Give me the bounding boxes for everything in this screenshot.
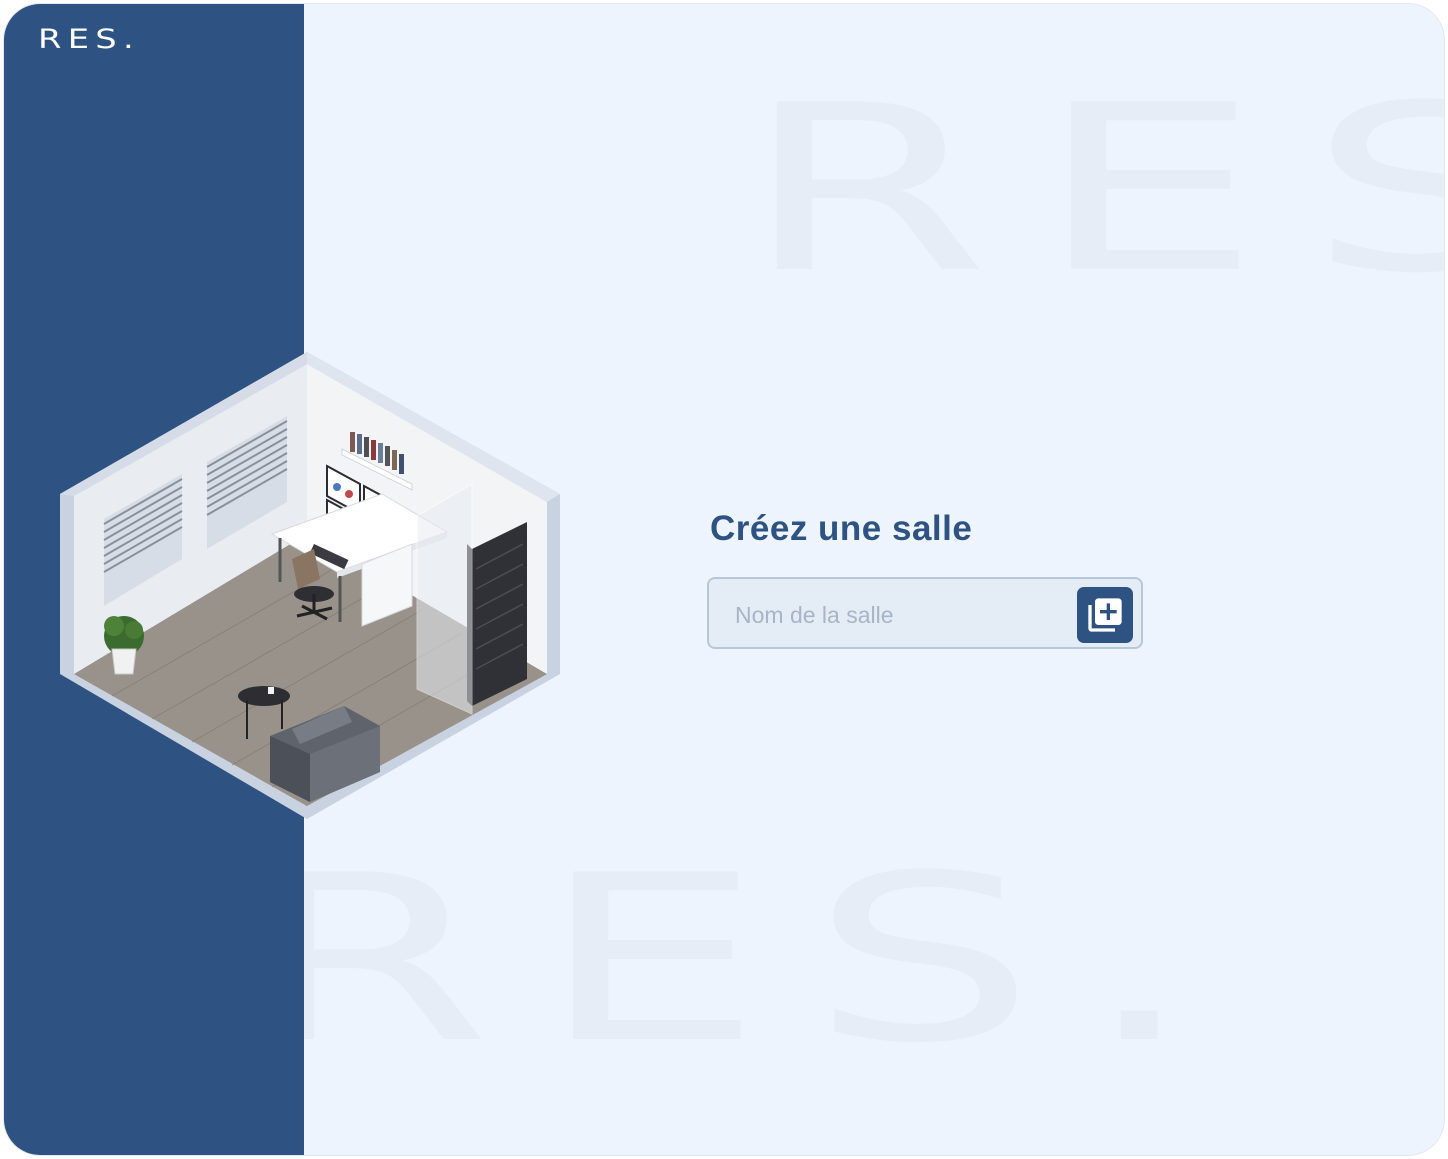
brand-logo[interactable]: RES. [38,24,140,55]
watermark-bottom: RES. [244,827,1243,1094]
app-window: RES RES. RES. [4,4,1444,1155]
add-room-button[interactable] [1077,587,1133,643]
page-title: Créez une salle [710,509,973,548]
office-room-illustration [60,352,560,819]
watermark-top: RES [742,57,1444,324]
room-name-input[interactable] [733,597,1057,633]
add-to-library-icon [1088,598,1122,632]
room-name-field-container [707,577,1143,649]
